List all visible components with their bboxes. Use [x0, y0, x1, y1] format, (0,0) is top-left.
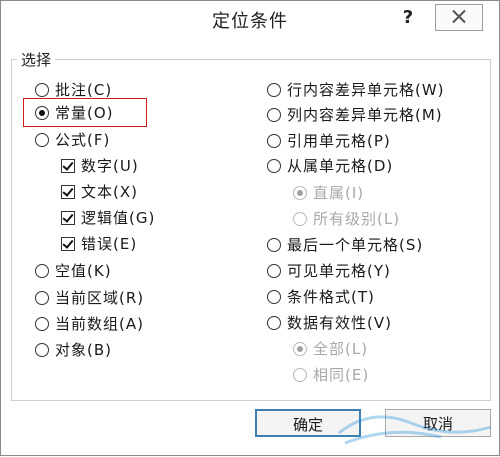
- radio-circle: [293, 212, 307, 226]
- radio-circle: [35, 264, 49, 278]
- radio-circle: [35, 343, 49, 357]
- radio-circle: [35, 133, 49, 147]
- highlight-box: [23, 98, 147, 127]
- checkbox-checked: [61, 185, 75, 199]
- option-label: 当前数组(A): [55, 315, 144, 333]
- checkbox-checked: [61, 237, 75, 251]
- radio-circle: [35, 83, 49, 97]
- option-label: 数据有效性(V): [287, 314, 392, 332]
- option-label: 列内容差异单元格(M): [287, 106, 443, 124]
- option-label: 直属(I): [313, 184, 365, 202]
- cancel-button[interactable]: 取消: [385, 409, 491, 437]
- radio-circle: [267, 134, 281, 148]
- option-label: 全部(L): [313, 340, 369, 358]
- option-label: 逻辑值(G): [81, 209, 156, 227]
- radio-circle: [267, 264, 281, 278]
- checkbox-checked: [61, 211, 75, 225]
- help-button[interactable]: ?: [395, 5, 421, 31]
- option-label: 公式(F): [55, 131, 111, 149]
- option-label: 对象(B): [55, 341, 112, 359]
- dialog-title: 定位条件: [212, 11, 288, 32]
- radio-circle: [267, 238, 281, 252]
- option-label: 文本(X): [81, 183, 138, 201]
- option-label: 相同(E): [313, 366, 370, 384]
- go-to-special-dialog: 定位条件 ? 选择 批注(C) 常量(O) 公式(F) 数字(U) 文本(X) …: [0, 0, 500, 456]
- group-label: 选择: [17, 49, 56, 70]
- option-label: 可见单元格(Y): [287, 262, 391, 280]
- title-bar: 定位条件 ?: [1, 1, 499, 39]
- option-label: 最后一个单元格(S): [287, 236, 424, 254]
- option-label: 所有级别(L): [313, 210, 401, 228]
- close-button[interactable]: [435, 4, 483, 31]
- option-label: 从属单元格(D): [287, 157, 394, 175]
- radio-circle: [35, 291, 49, 305]
- radio-circle: [293, 368, 307, 382]
- radio-circle: [267, 290, 281, 304]
- option-label: 条件格式(T): [287, 288, 375, 306]
- radio-circle-selected: [293, 186, 307, 200]
- radio-circle: [267, 316, 281, 330]
- radio-circle: [267, 108, 281, 122]
- option-label: 数字(U): [81, 157, 139, 175]
- radio-circle: [267, 159, 281, 173]
- radio-circle-selected: [293, 342, 307, 356]
- radio-circle: [35, 317, 49, 331]
- option-label: 行内容差异单元格(W): [287, 81, 445, 99]
- option-label: 错误(E): [81, 235, 138, 253]
- option-label: 批注(C): [55, 81, 113, 99]
- ok-button[interactable]: 确定: [255, 409, 361, 437]
- radio-circle: [267, 83, 281, 97]
- close-icon: [452, 9, 466, 23]
- option-label: 空值(K): [55, 262, 112, 280]
- option-label: 引用单元格(P): [287, 132, 391, 150]
- checkbox-checked: [61, 159, 75, 173]
- option-label: 当前区域(R): [55, 289, 145, 307]
